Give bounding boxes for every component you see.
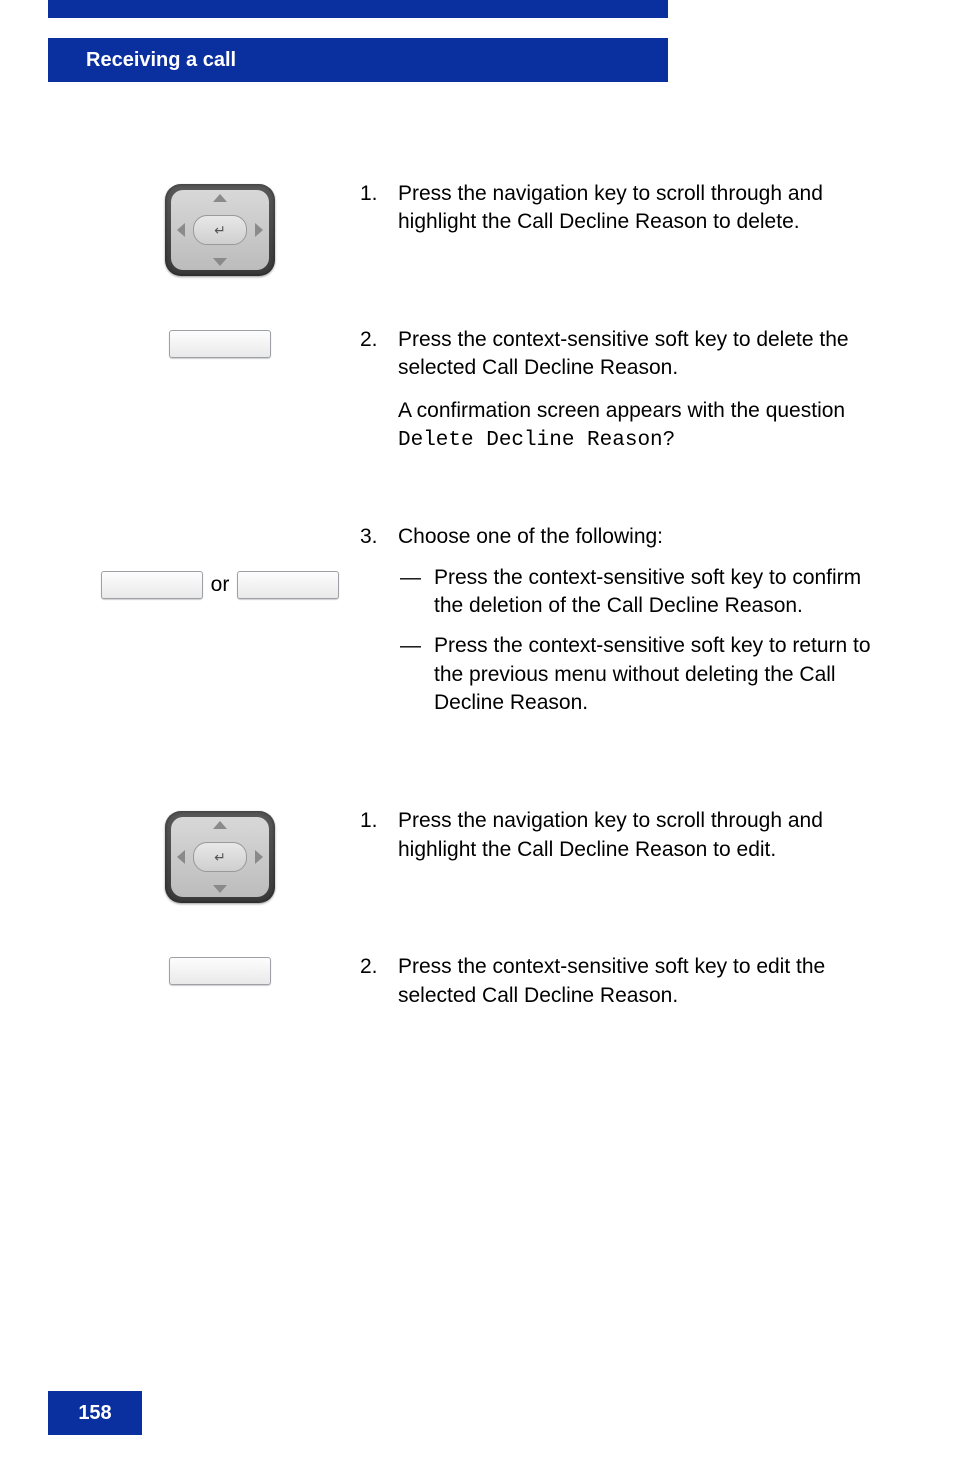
- dash-bullet: —: [398, 564, 434, 621]
- list-item: — Press the context-sensitive soft key t…: [398, 564, 880, 621]
- step-text: Choose one of the following: — Press the…: [398, 523, 880, 729]
- nav-up-icon: [213, 194, 227, 202]
- sub-list: — Press the context-sensitive soft key t…: [398, 564, 880, 718]
- step-row: 2. Press the context-sensitive soft key …: [80, 953, 880, 1028]
- step-text-pre: A confirmation screen appears with the q…: [398, 399, 845, 422]
- step-row: ↵ 1. Press the navigation key to scroll …: [80, 180, 880, 276]
- step-text-code: Delete Decline Reason?: [398, 429, 675, 452]
- nav-down-icon: [213, 258, 227, 266]
- graphic-col: ↵: [80, 180, 360, 276]
- nav-up-icon: [213, 821, 227, 829]
- graphic-col: ↵: [80, 807, 360, 903]
- graphic-col: or: [80, 523, 360, 599]
- graphic-col: [80, 953, 360, 985]
- step-paragraph: Press the context-sensitive soft key to …: [398, 326, 880, 383]
- list-item-text: Press the context-sensitive soft key to …: [434, 632, 880, 717]
- step-text-pre: Press the: [398, 809, 493, 832]
- text-col: 2. Press the context-sensitive soft key …: [360, 953, 880, 1028]
- step-text-pre: Press the: [398, 328, 493, 351]
- softkey-pair: or: [101, 571, 340, 599]
- step-row: 2. Press the context-sensitive soft key …: [80, 326, 880, 473]
- step-paragraph: A confirmation screen appears with the q…: [398, 397, 880, 456]
- step-item: 1. Press the navigation key to scroll th…: [360, 807, 880, 864]
- page-container: Receiving a call ↵ 1. Press the navigati…: [0, 0, 954, 1475]
- text-col: 3. Choose one of the following: — Press …: [360, 523, 880, 747]
- nav-enter-icon: ↵: [193, 842, 247, 872]
- nav-down-icon: [213, 885, 227, 893]
- text-col: 1. Press the navigation key to scroll th…: [360, 807, 880, 882]
- nav-left-icon: [177, 223, 185, 237]
- text-pre: Press the: [434, 634, 529, 657]
- step-item: 1. Press the navigation key to scroll th…: [360, 180, 880, 237]
- nav-right-icon: [255, 223, 263, 237]
- page-number: 158: [78, 1402, 111, 1425]
- header-strip: [48, 0, 668, 18]
- graphic-col: [80, 326, 360, 358]
- text-col: 1. Press the navigation key to scroll th…: [360, 180, 880, 255]
- softkey-icon: [101, 571, 203, 599]
- step-text: Press the navigation key to scroll throu…: [398, 807, 880, 864]
- or-label: or: [211, 573, 230, 597]
- step-text-pre: Press the: [398, 182, 493, 205]
- softkey-icon: [169, 330, 271, 358]
- step-text: Press the navigation key to scroll throu…: [398, 180, 880, 237]
- navigation-key-icon: ↵: [165, 184, 275, 276]
- page-number-badge: 158: [48, 1391, 142, 1435]
- list-item-text: Press the context-sensitive soft key to …: [434, 564, 880, 621]
- step-text: Press the context-sensitive soft key to …: [398, 953, 880, 1010]
- step-item: 3. Choose one of the following: — Press …: [360, 523, 880, 729]
- step-number: 1.: [360, 807, 398, 864]
- step-row: ↵ 1. Press the navigation key to scroll …: [80, 807, 880, 903]
- text-col: 2. Press the context-sensitive soft key …: [360, 326, 880, 473]
- step-intro: Choose one of the following:: [398, 523, 880, 551]
- step-number: 2.: [360, 326, 398, 455]
- step-number: 3.: [360, 523, 398, 729]
- content-area: ↵ 1. Press the navigation key to scroll …: [80, 180, 880, 1078]
- list-item: — Press the context-sensitive soft key t…: [398, 632, 880, 717]
- navigation-key-icon: ↵: [165, 811, 275, 903]
- header-title: Receiving a call: [86, 49, 236, 72]
- softkey-icon: [169, 957, 271, 985]
- header-bar: Receiving a call: [48, 38, 668, 82]
- nav-right-icon: [255, 850, 263, 864]
- step-text-pre: Press the: [398, 955, 493, 978]
- nav-left-icon: [177, 850, 185, 864]
- step-row: or 3. Choose one of the following: — Pre…: [80, 523, 880, 747]
- step-number: 2.: [360, 953, 398, 1010]
- step-item: 2. Press the context-sensitive soft key …: [360, 953, 880, 1010]
- nav-enter-icon: ↵: [193, 215, 247, 245]
- text-pre: Press the: [434, 566, 529, 589]
- step-number: 1.: [360, 180, 398, 237]
- step-text: Press the context-sensitive soft key to …: [398, 326, 880, 455]
- dash-bullet: —: [398, 632, 434, 717]
- softkey-icon: [237, 571, 339, 599]
- step-item: 2. Press the context-sensitive soft key …: [360, 326, 880, 455]
